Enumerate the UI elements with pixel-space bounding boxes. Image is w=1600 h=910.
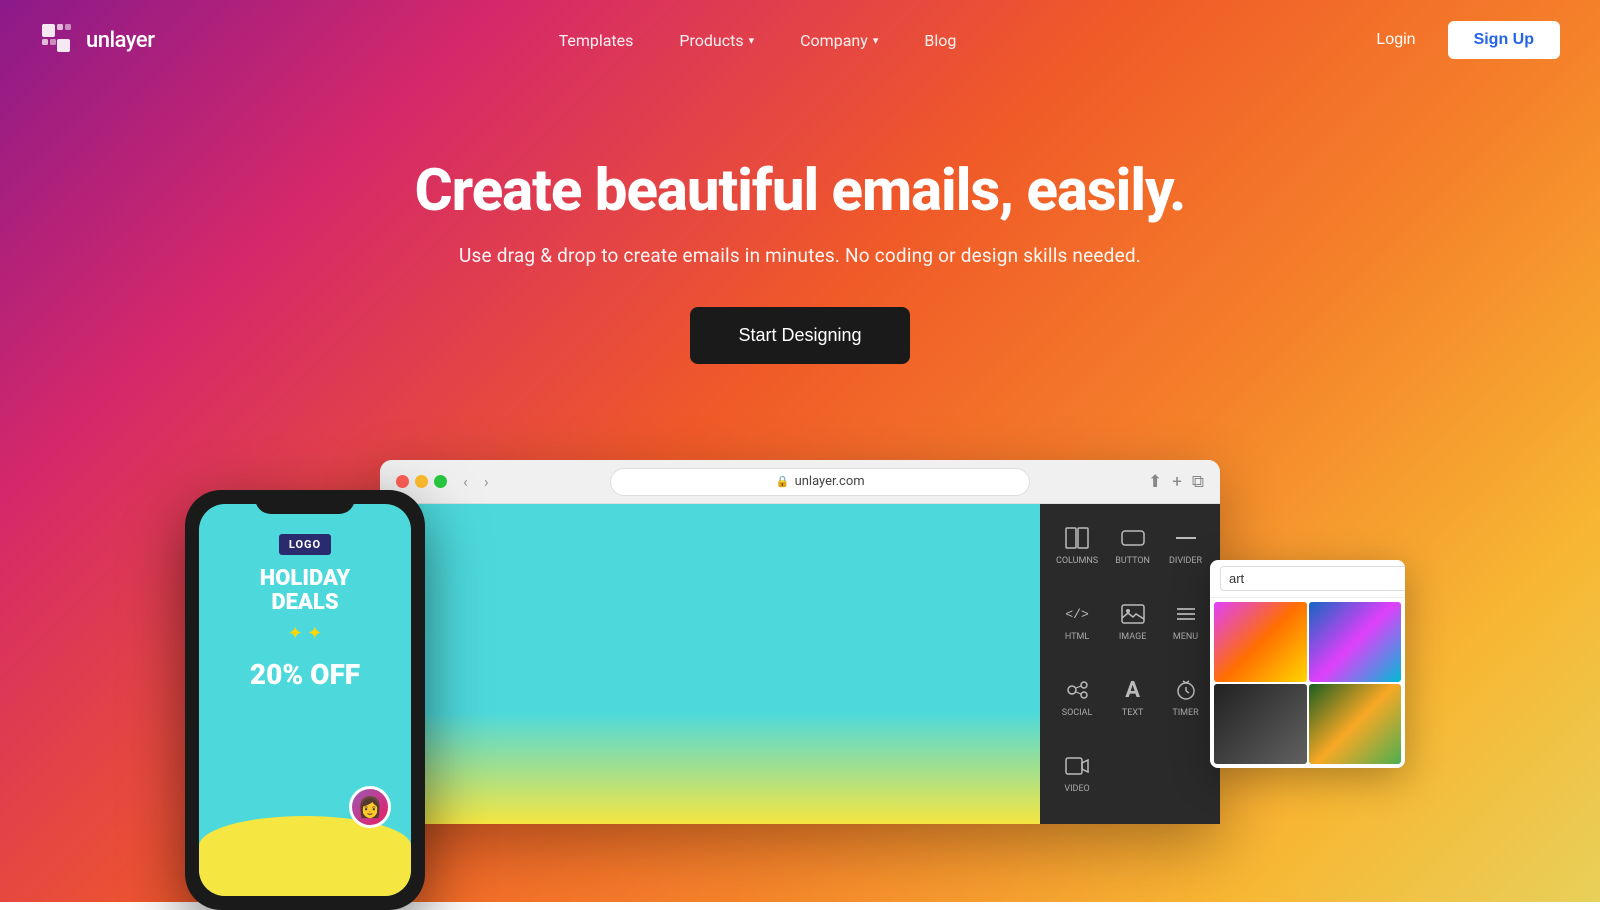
panel-image[interactable]: IMAGE: [1110, 592, 1155, 660]
share-icon[interactable]: ⬆: [1148, 472, 1162, 492]
signup-button[interactable]: Sign Up: [1448, 21, 1560, 59]
hero-content: Create beautiful emails, easily. Use dra…: [0, 160, 1600, 364]
image-search-bar: ×: [1210, 560, 1405, 598]
browser-mockup: ‹ › 🔒 unlayer.com ⬆ + ⧉ COLUMNS: [380, 460, 1220, 824]
chevron-down-icon: ▾: [873, 34, 879, 47]
image-label: IMAGE: [1119, 632, 1146, 642]
panel-menu[interactable]: MENU: [1163, 592, 1208, 660]
panel-social[interactable]: SOCIAL: [1052, 668, 1102, 736]
back-icon[interactable]: ‹: [459, 470, 472, 493]
image-icon: [1119, 600, 1147, 628]
nav-company[interactable]: Company ▾: [782, 23, 896, 58]
panel-timer[interactable]: TIMER: [1163, 668, 1208, 736]
menu-label: MENU: [1173, 632, 1198, 642]
logo-area[interactable]: unlayer: [40, 22, 154, 58]
phone-avatar: 👩: [349, 786, 391, 828]
phone-screen: LOGO HOLIDAY DEALS ✦ ✦ 20% OFF 👩: [199, 504, 411, 896]
columns-icon: [1063, 524, 1091, 552]
image-thumb-4[interactable]: [1309, 684, 1402, 764]
phone-discount: 20% OFF: [250, 658, 360, 691]
hero-title: Create beautiful emails, easily.: [0, 160, 1600, 224]
browser-nav: ‹ ›: [459, 470, 493, 493]
header: unlayer Templates Products ▾ Company ▾ B…: [0, 0, 1600, 80]
panel-html[interactable]: </> HTML: [1052, 592, 1102, 660]
video-icon: [1063, 752, 1091, 780]
browser-content: COLUMNS BUTTON DIVIDER </> HTML: [380, 504, 1220, 824]
columns-label: COLUMNS: [1056, 556, 1098, 566]
lock-icon: 🔒: [776, 475, 790, 488]
html-icon: </>: [1063, 600, 1091, 628]
browser-toolbar: ‹ › 🔒 unlayer.com ⬆ + ⧉: [380, 460, 1220, 504]
phone-wave: [199, 816, 411, 896]
tabs-icon[interactable]: ⧉: [1192, 472, 1204, 492]
html-label: HTML: [1065, 632, 1089, 642]
logo-icon: [40, 22, 76, 58]
image-search-input[interactable]: [1220, 566, 1405, 591]
minimize-dot[interactable]: [415, 475, 428, 488]
browser-dots: [396, 475, 447, 488]
brand-name: unlayer: [86, 28, 154, 53]
email-preview-inner: [380, 504, 1040, 824]
nav-blog[interactable]: Blog: [906, 23, 974, 58]
image-thumb-2[interactable]: [1309, 602, 1402, 682]
timer-label: TIMER: [1172, 708, 1198, 718]
browser-actions: ⬆ + ⧉: [1148, 472, 1204, 492]
email-preview: [380, 504, 1040, 824]
auth-area: Login Sign Up: [1360, 21, 1560, 59]
panel-button[interactable]: BUTTON: [1110, 516, 1155, 584]
forward-icon[interactable]: ›: [480, 470, 493, 493]
phone-outer: LOGO HOLIDAY DEALS ✦ ✦ 20% OFF 👩: [185, 490, 425, 910]
text-icon: A: [1119, 676, 1147, 704]
social-icon: [1063, 676, 1091, 704]
image-thumb-3[interactable]: [1214, 684, 1307, 764]
panel-columns[interactable]: COLUMNS: [1052, 516, 1102, 584]
new-tab-icon[interactable]: +: [1172, 472, 1182, 492]
main-nav: Templates Products ▾ Company ▾ Blog: [154, 23, 1360, 58]
cta-button[interactable]: Start Designing: [690, 307, 909, 364]
nav-templates[interactable]: Templates: [541, 23, 652, 58]
social-label: SOCIAL: [1062, 708, 1093, 718]
login-button[interactable]: Login: [1360, 23, 1431, 57]
hero-subtitle: Use drag & drop to create emails in minu…: [0, 244, 1600, 267]
image-grid: [1210, 598, 1405, 768]
divider-label: DIVIDER: [1169, 556, 1202, 566]
editor-sidebar: COLUMNS BUTTON DIVIDER </> HTML: [1040, 504, 1220, 824]
button-icon: [1119, 524, 1147, 552]
chevron-down-icon: ▾: [749, 34, 755, 47]
nav-products[interactable]: Products ▾: [661, 23, 772, 58]
phone-headline: HOLIDAY DEALS: [260, 567, 350, 615]
phone-mockup: LOGO HOLIDAY DEALS ✦ ✦ 20% OFF 👩: [185, 490, 425, 910]
menu-icon: [1172, 600, 1200, 628]
url-text: unlayer.com: [795, 474, 865, 489]
image-search-panel: ×: [1210, 560, 1405, 768]
maximize-dot[interactable]: [434, 475, 447, 488]
phone-logo: LOGO: [279, 534, 331, 555]
timer-icon: [1172, 676, 1200, 704]
image-thumb-1[interactable]: [1214, 602, 1307, 682]
button-label: BUTTON: [1115, 556, 1150, 566]
video-label: VIDEO: [1064, 784, 1089, 794]
phone-notch: [255, 490, 355, 514]
browser-url-bar[interactable]: 🔒 unlayer.com: [610, 468, 1030, 496]
text-label: TEXT: [1122, 708, 1144, 718]
close-dot[interactable]: [396, 475, 409, 488]
panel-video[interactable]: VIDEO: [1052, 744, 1102, 812]
panel-divider[interactable]: DIVIDER: [1163, 516, 1208, 584]
divider-icon: [1172, 524, 1200, 552]
panel-text[interactable]: A TEXT: [1110, 668, 1155, 736]
decorative-stars: ✦ ✦: [288, 623, 323, 644]
